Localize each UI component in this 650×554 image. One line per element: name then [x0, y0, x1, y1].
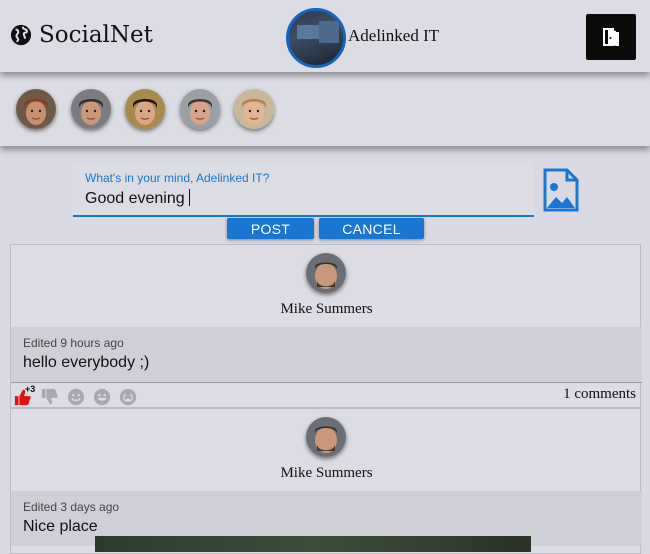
- post-author[interactable]: Mike Summers: [11, 465, 642, 482]
- friend-avatar[interactable]: [234, 89, 274, 129]
- post-author[interactable]: Mike Summers: [11, 301, 642, 318]
- comments-count[interactable]: 1 comments: [563, 386, 636, 403]
- friend-avatar[interactable]: [16, 89, 56, 129]
- logout-button[interactable]: [586, 14, 636, 60]
- globe-icon: [10, 24, 32, 46]
- composer-label: What's in your mind, Adelinked IT?: [85, 171, 270, 185]
- brand[interactable]: SocialNet: [10, 22, 153, 48]
- composer-input[interactable]: Good evening: [85, 189, 190, 208]
- cancel-button[interactable]: CANCEL: [319, 218, 424, 239]
- friends-bar: [0, 72, 650, 146]
- post-button[interactable]: POST: [227, 218, 314, 239]
- top-bar: SocialNet Adelinked IT: [0, 0, 650, 72]
- post-text: hello everybody ;): [23, 354, 150, 371]
- post-card: Mike Summers Edited 3 days ago Nice plac…: [10, 408, 642, 554]
- friend-avatar[interactable]: [125, 89, 165, 129]
- add-image-icon[interactable]: [541, 168, 581, 212]
- post-content: Edited 9 hours ago hello everybody ;): [11, 327, 642, 382]
- like-count-badge: +3: [25, 384, 36, 394]
- reactions-bar: +3 1 comments: [11, 382, 642, 408]
- post-text: Nice place: [23, 518, 98, 535]
- avatar[interactable]: [306, 253, 346, 293]
- post-card: Mike Summers Edited 9 hours ago hello ev…: [10, 244, 642, 408]
- logout-door-icon: [603, 28, 619, 46]
- post-image[interactable]: [95, 536, 531, 552]
- friend-avatar[interactable]: [70, 89, 111, 129]
- laugh-icon[interactable]: [93, 388, 111, 406]
- avatar[interactable]: [286, 8, 346, 68]
- post-timestamp: Edited 3 days ago: [23, 500, 120, 514]
- avatar[interactable]: [306, 417, 346, 457]
- cry-icon[interactable]: [119, 388, 137, 406]
- thumbs-down-icon[interactable]: [41, 388, 59, 406]
- friend-avatar[interactable]: [179, 89, 220, 129]
- post-timestamp: Edited 9 hours ago: [23, 336, 124, 350]
- post-composer[interactable]: What's in your mind, Adelinked IT? Good …: [73, 162, 534, 217]
- smile-icon[interactable]: [67, 388, 85, 406]
- brand-name: SocialNet: [39, 22, 153, 48]
- current-user-name: Adelinked IT: [348, 26, 440, 45]
- current-user[interactable]: Adelinked IT: [286, 8, 439, 68]
